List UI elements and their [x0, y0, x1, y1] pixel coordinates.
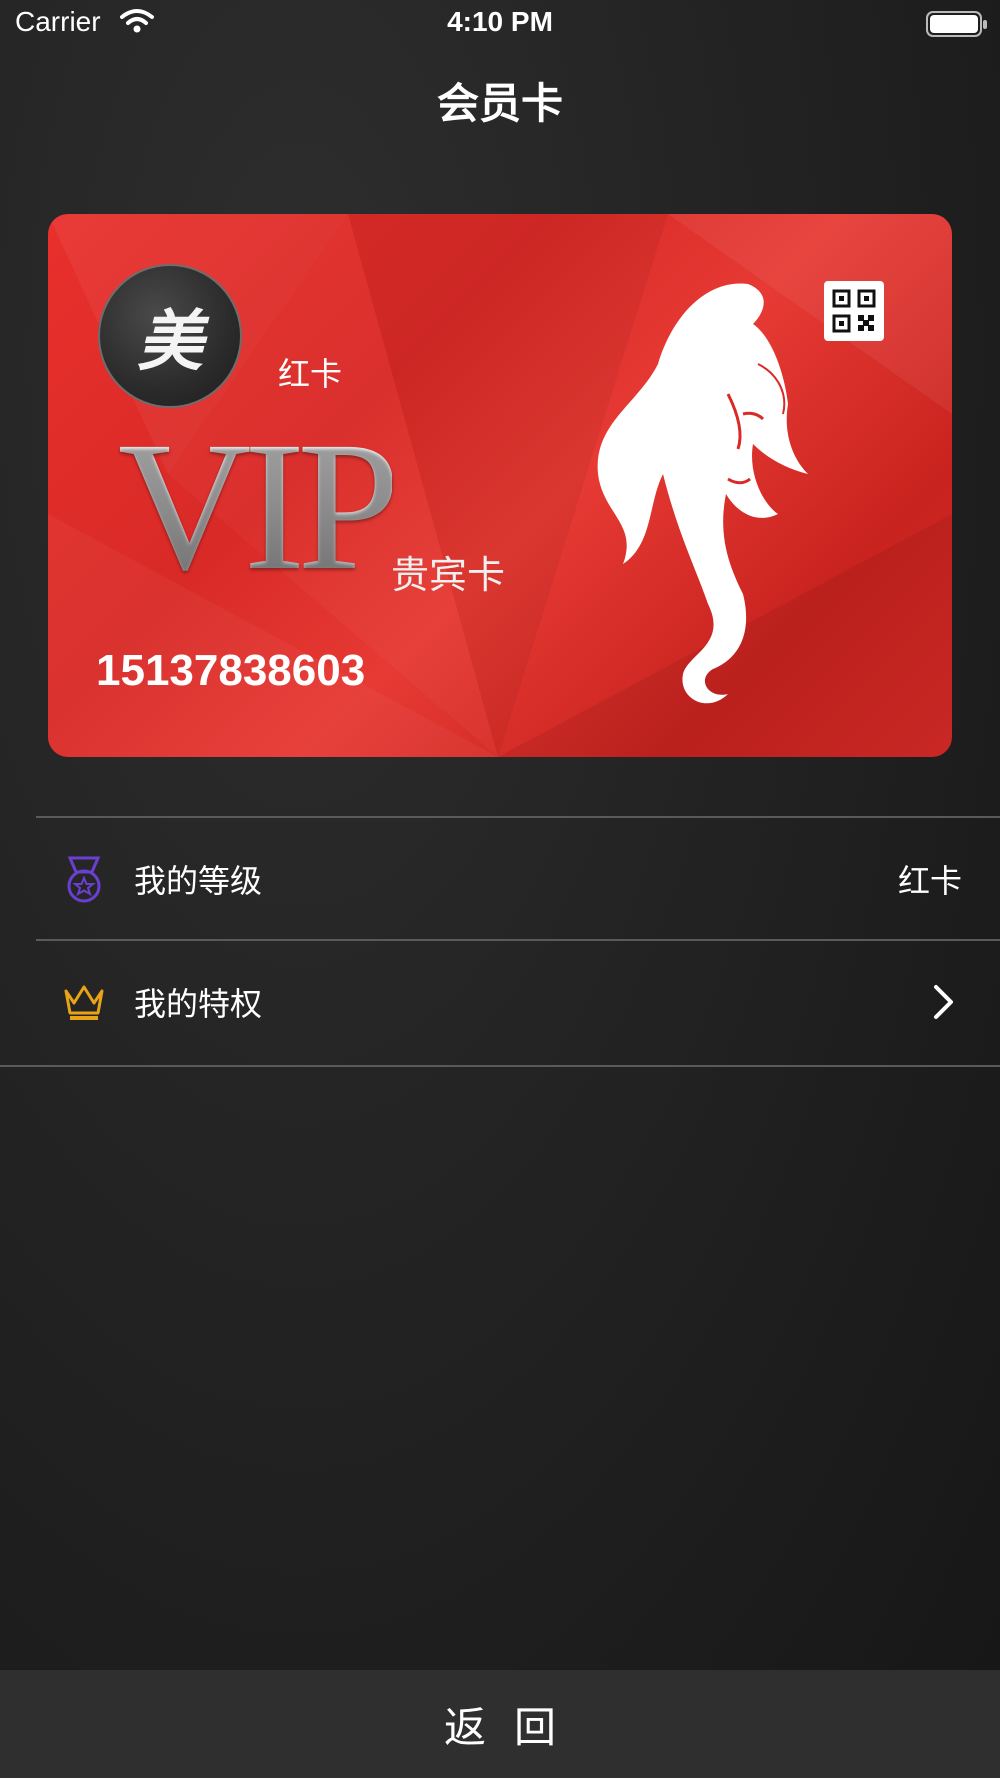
back-button[interactable]: 返回: [0, 1670, 1000, 1778]
level-value: 红卡: [897, 862, 962, 900]
list-item-my-privileges[interactable]: 我的特权: [0, 939, 1000, 1061]
list-item-label: 我的特权: [134, 985, 263, 1023]
page-title: 会员卡: [436, 79, 563, 128]
brand-logo: 美: [98, 264, 242, 408]
woman-silhouette-icon: [597, 283, 808, 704]
card-tier-label: 红卡: [278, 355, 343, 393]
divider: [36, 816, 1000, 818]
membership-card[interactable]: 美 红卡 VIP 贵宾卡 15137838603: [48, 214, 952, 757]
status-bar: Carrier 4:10 PM: [0, 0, 1000, 50]
crown-icon: [62, 979, 106, 1025]
back-button-label: 返回: [443, 1702, 584, 1752]
medal-icon: [62, 856, 106, 903]
battery-icon: [926, 11, 987, 37]
card-number: 15137838603: [96, 646, 366, 695]
brand-logo-char: 美: [137, 302, 203, 380]
list-item-label: 我的等级: [134, 862, 263, 900]
list-item-my-level[interactable]: 我的等级 红卡: [0, 816, 1000, 938]
divider: [36, 939, 1000, 941]
vip-subtitle: 贵宾卡: [391, 553, 506, 597]
chevron-right-icon: [932, 983, 956, 1025]
status-time: 4:10 PM: [447, 6, 553, 37]
vip-text: VIP: [118, 404, 400, 609]
divider: [0, 1065, 1000, 1067]
